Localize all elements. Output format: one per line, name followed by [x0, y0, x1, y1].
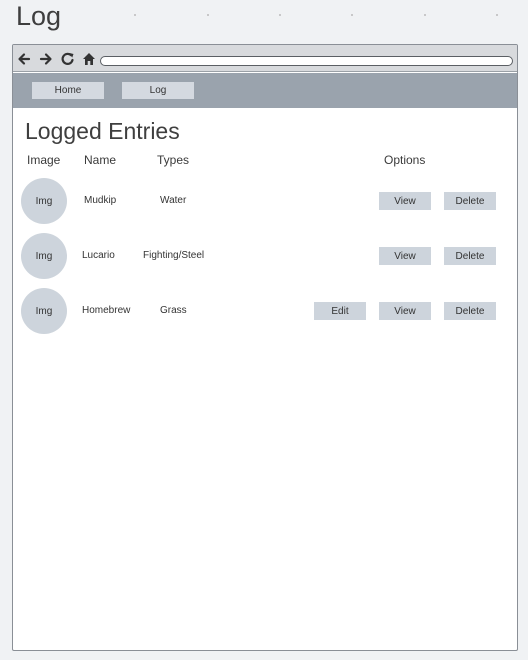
- column-header-options: Options: [384, 153, 426, 167]
- column-header-types: Types: [157, 153, 190, 167]
- browser-toolbar: [13, 45, 517, 72]
- table-row: Img Lucario Fighting/Steel View Delete: [13, 233, 517, 281]
- view-button[interactable]: View: [379, 247, 431, 265]
- entry-name: Mudkip: [84, 195, 117, 206]
- home-icon[interactable]: [81, 51, 97, 67]
- decorative-dot: [496, 14, 498, 16]
- navbar: Home Log: [13, 73, 517, 108]
- table-row: Img Homebrew Grass Edit View Delete: [13, 288, 517, 336]
- back-arrow-icon[interactable]: [16, 51, 32, 67]
- entry-types: Grass: [160, 305, 187, 316]
- view-button[interactable]: View: [379, 302, 431, 320]
- decorative-dot: [351, 14, 353, 16]
- column-header-image: Image: [27, 153, 61, 167]
- entry-types: Water: [160, 195, 187, 206]
- decorative-dot: [134, 14, 136, 16]
- entry-name: Lucario: [82, 250, 115, 261]
- decorative-dot: [279, 14, 281, 16]
- table-row: Img Mudkip Water View Delete: [13, 178, 517, 226]
- entry-types: Fighting/Steel: [143, 250, 205, 261]
- url-bar[interactable]: [100, 56, 513, 66]
- entry-name: Homebrew: [82, 305, 131, 316]
- browser-window: Home Log Logged Entries Image Name Types…: [12, 44, 518, 651]
- decorative-dot: [207, 14, 209, 16]
- entry-image: Img: [21, 288, 67, 334]
- decorative-dot: [424, 14, 426, 16]
- page-title: Log: [16, 1, 62, 31]
- delete-button[interactable]: Delete: [444, 192, 496, 210]
- reload-icon[interactable]: [60, 51, 76, 67]
- edit-button[interactable]: Edit: [314, 302, 366, 320]
- entry-image: Img: [21, 178, 67, 224]
- forward-arrow-icon[interactable]: [38, 51, 54, 67]
- section-title: Logged Entries: [25, 118, 180, 144]
- nav-log-button[interactable]: Log: [122, 82, 194, 99]
- entry-image: Img: [21, 233, 67, 279]
- nav-home-button[interactable]: Home: [32, 82, 104, 99]
- column-header-name: Name: [84, 153, 117, 167]
- delete-button[interactable]: Delete: [444, 247, 496, 265]
- delete-button[interactable]: Delete: [444, 302, 496, 320]
- view-button[interactable]: View: [379, 192, 431, 210]
